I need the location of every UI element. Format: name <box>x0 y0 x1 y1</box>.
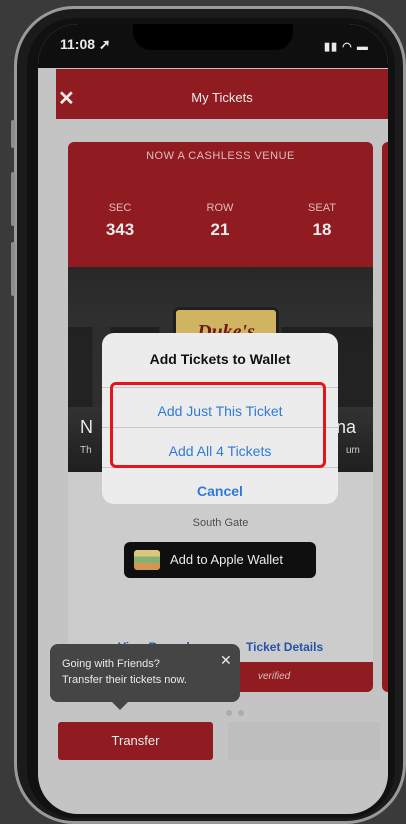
highlight-box <box>110 382 326 468</box>
cancel-button[interactable]: Cancel <box>102 483 338 499</box>
alert-title: Add Tickets to Wallet <box>149 351 291 367</box>
volume-up-button <box>11 172 15 226</box>
screen: 11:08 ➚ ▮▮ ◠ ▬ ✕ My Tickets NOW A CASHLE… <box>38 24 388 814</box>
volume-down-button <box>11 242 15 296</box>
mute-switch <box>11 120 15 148</box>
